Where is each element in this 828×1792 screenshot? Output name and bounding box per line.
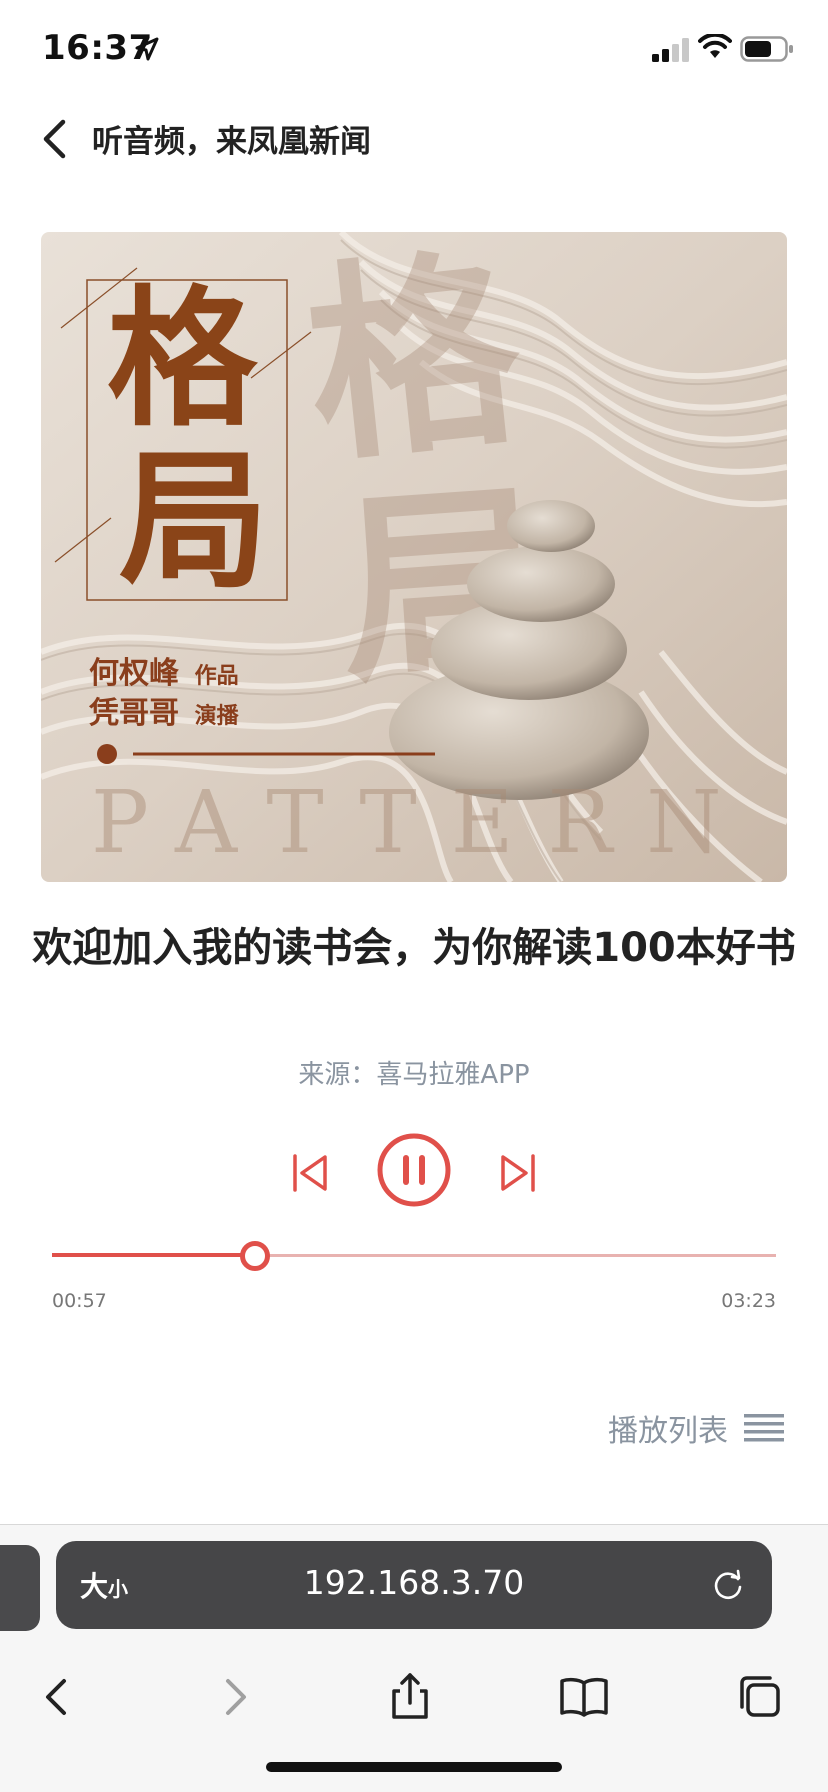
album-cover: 格 局 PATTERN 格 局 何权峰 作品 凭哥哥 演播 bbox=[41, 232, 787, 882]
url-text: 192.168.3.70 bbox=[303, 1563, 525, 1602]
svg-text:格: 格 bbox=[296, 232, 533, 492]
total-time: 03:23 bbox=[721, 1290, 776, 1312]
cover-author-name: 何权峰 bbox=[89, 656, 179, 691]
cover-author-role: 作品 bbox=[194, 663, 239, 689]
progress-fill bbox=[52, 1253, 255, 1257]
previous-track-icon[interactable] bbox=[290, 1152, 330, 1194]
browser-toolbar bbox=[0, 1659, 828, 1729]
previous-tab-preview[interactable] bbox=[0, 1545, 40, 1631]
bookmarks-icon[interactable] bbox=[556, 1669, 612, 1725]
chevron-left-icon[interactable] bbox=[36, 114, 76, 164]
current-time: 00:57 bbox=[52, 1290, 107, 1312]
address-bar[interactable]: 大小 192.168.3.70 bbox=[56, 1541, 772, 1629]
cover-english-word: PATTERN bbox=[91, 773, 755, 873]
list-icon bbox=[744, 1414, 784, 1442]
playlist-button[interactable]: 播放列表 bbox=[608, 1406, 784, 1450]
cover-narrator-name: 凭哥哥 bbox=[89, 696, 179, 731]
forward-icon[interactable] bbox=[206, 1669, 262, 1725]
player-controls bbox=[0, 1130, 828, 1210]
cover-title-char-1: 格 bbox=[107, 271, 258, 447]
reload-icon[interactable] bbox=[710, 1567, 746, 1603]
track-source: 来源：喜马拉雅APP bbox=[298, 1060, 530, 1090]
progress-slider[interactable] bbox=[52, 1240, 776, 1271]
track-title: 欢迎加入我的读书会，为你解读100本好书 bbox=[32, 925, 796, 971]
tabs-icon[interactable] bbox=[732, 1669, 788, 1725]
page-header: 听音频，来凤凰新闻 bbox=[0, 100, 828, 190]
wifi-icon bbox=[698, 34, 732, 58]
browser-chrome: 大小 192.168.3.70 bbox=[0, 1524, 828, 1792]
share-icon[interactable] bbox=[382, 1669, 438, 1725]
signal-icon bbox=[652, 38, 689, 62]
playlist-label: 播放列表 bbox=[608, 1414, 728, 1449]
home-indicator[interactable] bbox=[266, 1762, 562, 1772]
pause-icon[interactable] bbox=[376, 1132, 452, 1208]
status-bar: 16:37 bbox=[0, 0, 828, 100]
next-track-icon[interactable] bbox=[498, 1152, 538, 1194]
cover-narrator-role: 演播 bbox=[194, 703, 239, 729]
progress-thumb[interactable] bbox=[239, 1241, 270, 1271]
cover-credit-narrator: 凭哥哥 演播 bbox=[89, 688, 239, 732]
back-icon[interactable] bbox=[30, 1669, 86, 1725]
cover-credit-author: 何权峰 作品 bbox=[89, 648, 239, 692]
battery-icon bbox=[740, 36, 793, 62]
location-arrow-icon bbox=[135, 37, 159, 61]
cover-title-char-2: 局 bbox=[119, 433, 270, 609]
page-title: 听音频，来凤凰新闻 bbox=[92, 124, 371, 160]
